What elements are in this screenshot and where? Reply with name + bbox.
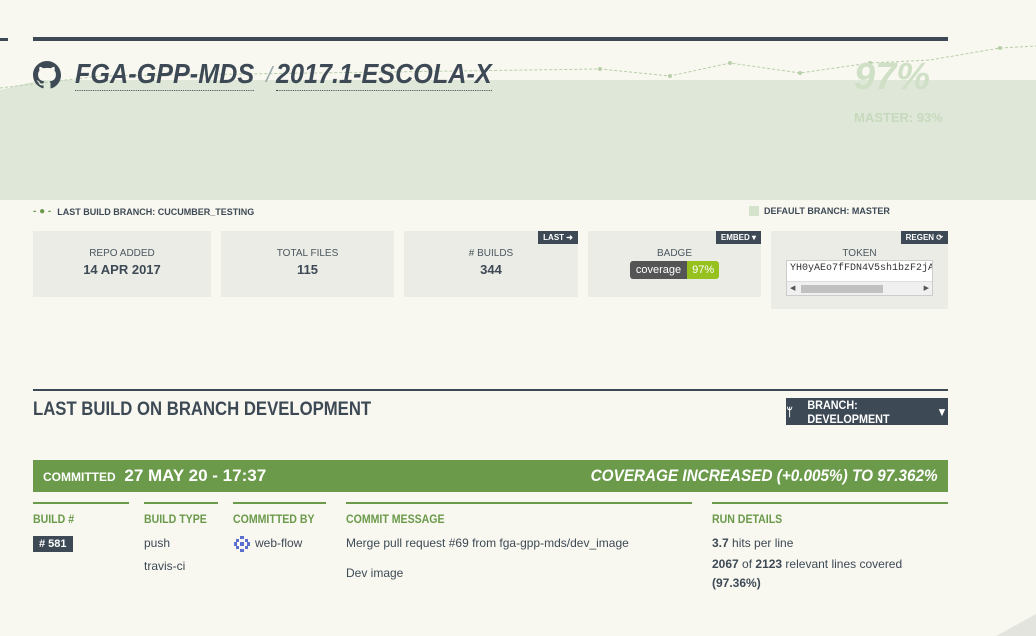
col-build-type: BUILD TYPE push travis-ci [144,502,218,578]
repo-title: FGA-GPP-MDS / 2017.1-ESCOLA-X [33,58,516,91]
legend-last-build: - ● - LAST BUILD BRANCH: CUCUMBER_TESTIN… [33,206,254,217]
build-number-link[interactable]: # 581 [33,536,73,552]
scroll-left-icon[interactable]: ◀ [790,284,795,292]
build-type-line: push [144,536,171,550]
lines-covered: 2067 of 2123 relevant lines covered (97.… [712,555,948,593]
col-header: RUN DETAILS [712,512,783,526]
scroll-right-icon[interactable]: ▶ [924,284,929,292]
token-value: YH0yAEo7fFDN4V5sh1bzF2jA [790,263,933,274]
top-rule [33,37,948,41]
last-build-button[interactable]: LAST ➜ [538,231,578,244]
stat-label: TOKEN [842,248,877,259]
repo-name-link[interactable]: 2017.1-ESCOLA-X [276,58,492,91]
stat-total-files: TOTAL FILES 115 [221,231,394,297]
stat-label: REPO ADDED [89,248,155,259]
committer-name: web-flow [255,536,303,550]
lines-covered-value: 2067 [712,557,739,571]
legend-default-branch-label: DEFAULT BRANCH: MASTER [764,206,890,216]
commit-message-line: Merge pull request #69 from fga-gpp-mds/… [346,536,629,550]
col-commit-message: COMMIT MESSAGE Merge pull request #69 fr… [346,502,692,585]
arrow-right-icon: ➜ [566,233,573,242]
left-tick [0,38,8,41]
lines-text: relevant lines covered [782,557,903,571]
stat-token: REGEN ⟳ TOKEN YH0yAEo7fFDN4V5sh1bzF2jA ◀… [771,231,948,309]
col-header: COMMITTED BY [233,512,315,526]
commit-message-body: Dev image [346,566,404,580]
col-build-number: BUILD # # 581 [33,502,129,552]
repo-owner-link[interactable]: FGA-GPP-MDS [75,58,255,91]
repo-separator: / [266,61,273,87]
col-run-details: RUN DETAILS 3.7 hits per line 2067 of 21… [712,502,948,593]
legend-line-icon: - ● - [33,206,52,217]
commit-bar: COMMITTED 27 MAY 20 - 17:37 COVERAGE INC… [33,460,948,492]
coverage-change: COVERAGE INCREASED (+0.005%) TO 97.362% [590,466,938,485]
legend-default-branch: DEFAULT BRANCH: MASTER [749,206,890,216]
col-header: BUILD # [33,512,75,526]
branch-label: BRANCH: DEVELOPMENT [807,397,890,426]
caret-down-icon: ▼ [936,404,948,419]
hits-text: hits per line [728,536,794,550]
repo-coverage-percent: 97% [854,56,931,98]
token-scrollbar[interactable]: ◀ ▶ [787,281,932,295]
of-text: of [738,557,756,571]
branch-icon: ᛘ [786,404,793,419]
badge-right: 97% [687,261,720,279]
committer[interactable]: web-flow [233,532,326,555]
token-field[interactable]: YH0yAEo7fFDN4V5sh1bzF2jA ◀ ▶ [786,260,933,296]
regen-label: REGEN [905,233,935,242]
build-service-line: travis-ci [144,559,186,573]
stat-label: BADGE [656,248,692,259]
hits-per-line: 3.7 hits per line [712,532,948,555]
user-avatar-icon [233,534,251,553]
corner-decoration [996,614,1036,636]
legend-swatch [749,206,759,216]
committed-date: 27 MAY 20 - 17:37 [124,466,267,485]
col-header: COMMIT MESSAGE [346,512,445,526]
coverage-pct: (97.36%) [712,576,761,590]
embed-button[interactable]: EMBED ▾ [715,231,761,244]
refresh-icon: ⟳ [936,233,943,242]
last-build-label: LAST [543,233,565,242]
master-coverage: MASTER: 93% [854,110,943,125]
branch-dropdown-button[interactable]: ᛘ BRANCH: DEVELOPMENT ▼ [786,397,948,426]
section-title: LAST BUILD ON BRANCH DEVELOPMENT [33,399,372,420]
stat-builds: LAST ➜ # BUILDS 344 [404,231,578,297]
lines-total-value: 2123 [755,557,783,571]
coverage-badge[interactable]: coverage 97% [629,261,720,279]
col-header: BUILD TYPE [144,512,207,526]
stat-value: 115 [297,262,318,277]
legend-last-build-label: LAST BUILD BRANCH: CUCUMBER_TESTING [57,206,255,217]
stat-value: 14 APR 2017 [83,262,161,277]
stat-badge: EMBED ▾ BADGE coverage 97% [588,231,761,297]
coverage-history-area [0,45,1036,200]
stat-label: # BUILDS [468,248,514,259]
committed-label: COMMITTED [43,470,116,484]
hits-value: 3.7 [712,536,729,550]
scroll-thumb[interactable] [801,285,883,293]
github-icon [33,60,61,88]
col-committed-by: COMMITTED BY web-flow [233,502,326,555]
regen-button[interactable]: REGEN ⟳ [900,231,948,244]
section-rule [33,389,948,391]
stat-value: 344 [480,262,502,277]
stat-repo-added: REPO ADDED 14 APR 2017 [33,231,211,297]
stat-label: TOTAL FILES [276,248,339,259]
badge-left: coverage [629,261,688,279]
